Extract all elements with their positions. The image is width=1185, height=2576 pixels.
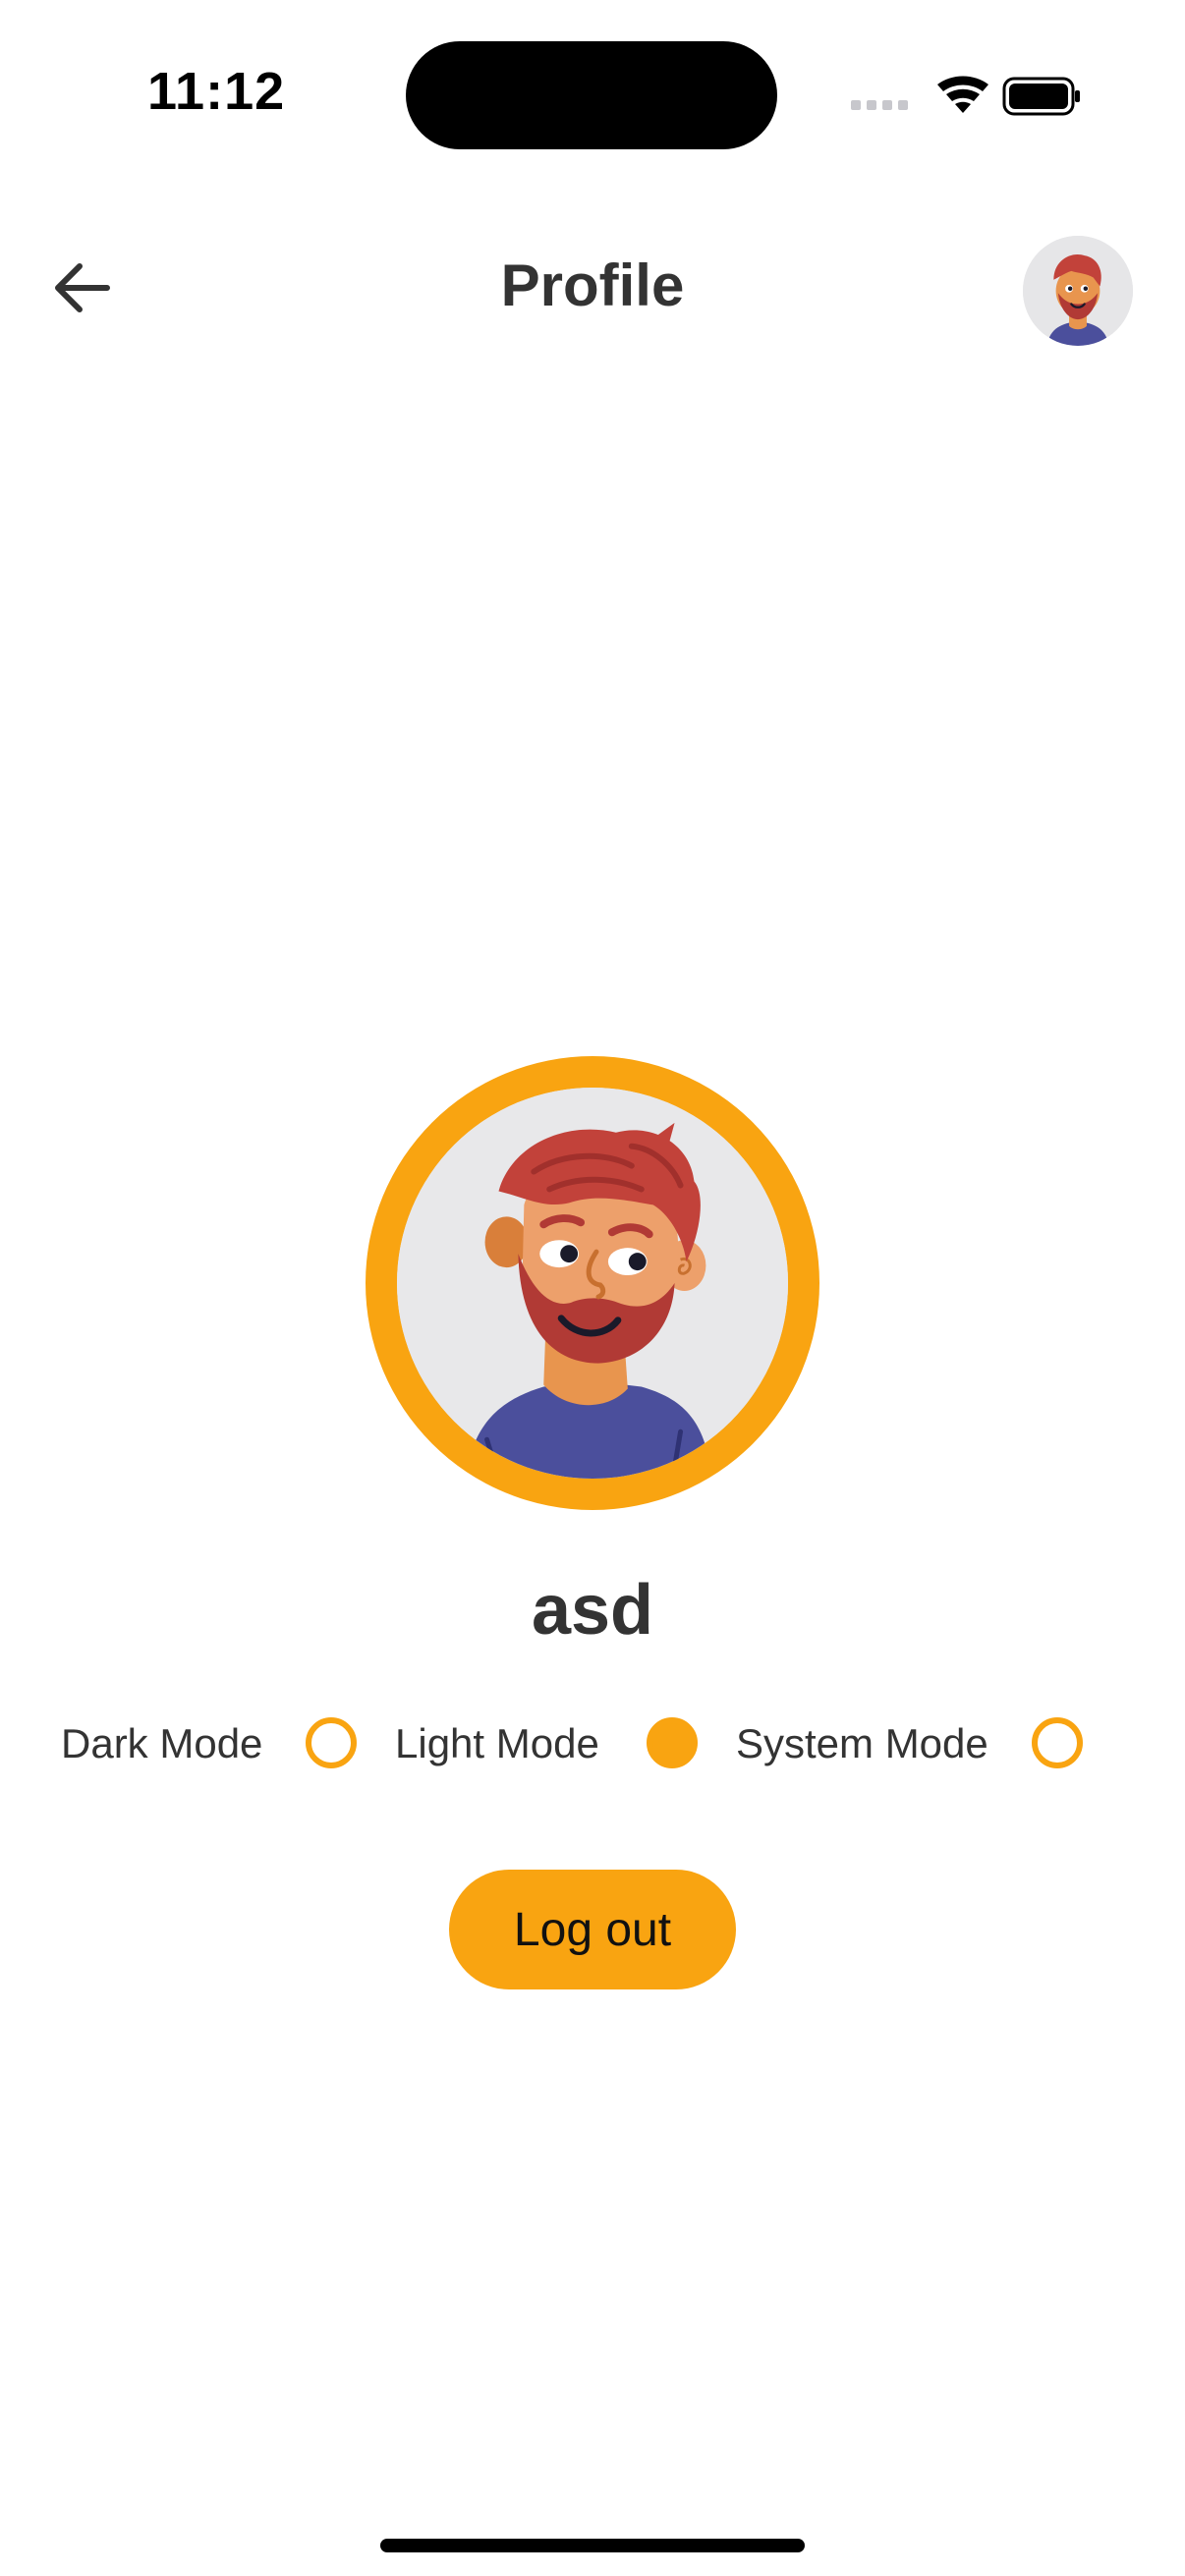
dynamic-island (406, 41, 777, 149)
wifi-icon (937, 76, 988, 113)
theme-selector: Dark Mode Light Mode System Mode (0, 1714, 1185, 1783)
user-avatar-illustration (397, 1088, 788, 1479)
system-mode-label: System Mode (736, 1720, 988, 1766)
username: asd (531, 1571, 654, 1650)
profile-screen: 11:12 Profile asd Dark Mode Light Mode S… (0, 0, 1185, 2576)
battery-icon (1002, 77, 1080, 116)
profile-avatar[interactable] (366, 1056, 819, 1510)
system-mode-radio[interactable] (1032, 1717, 1083, 1768)
light-mode-label: Light Mode (395, 1720, 599, 1766)
user-avatar-illustration (1023, 236, 1133, 346)
cellular-signal-icon (851, 100, 908, 110)
dark-mode-radio[interactable] (306, 1717, 357, 1768)
header-avatar-button[interactable] (1023, 236, 1133, 346)
profile-avatar-image (397, 1088, 788, 1479)
arrow-left-icon (54, 262, 110, 312)
light-mode-radio[interactable] (647, 1717, 698, 1768)
dark-mode-label: Dark Mode (61, 1720, 263, 1766)
logout-button[interactable]: Log out (449, 1870, 736, 1989)
status-icons (845, 71, 1081, 120)
status-time: 11:12 (147, 62, 286, 121)
back-button[interactable] (39, 246, 123, 329)
page-title: Profile (500, 252, 685, 318)
home-indicator[interactable] (380, 2539, 805, 2552)
